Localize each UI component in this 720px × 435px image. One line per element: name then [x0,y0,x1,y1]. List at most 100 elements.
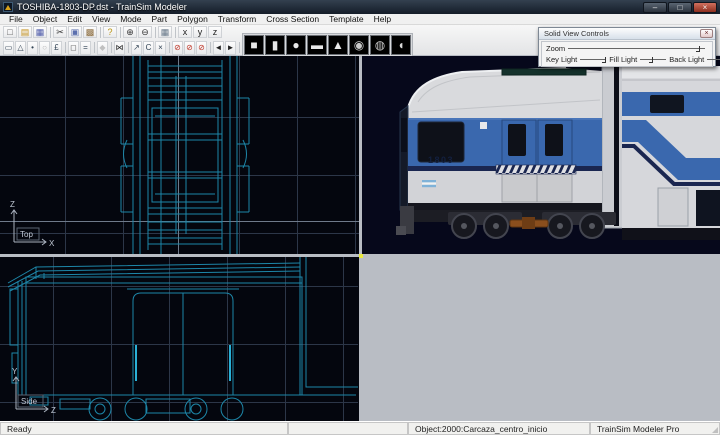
save-button[interactable]: ▦ [33,26,47,38]
prohibit-1-button[interactable]: ⊘ [172,41,183,55]
pointer-tool-button[interactable]: ↗ [131,41,142,55]
palette-close-button[interactable]: × [700,29,713,38]
primitive-shape-palette: ■ ▮ ● ▬ ▲ ◉ ◍ ◖ [242,33,413,57]
fill-light-thumb[interactable] [649,57,653,63]
menu-object[interactable]: Object [28,14,63,25]
menu-transform[interactable]: Transform [213,14,261,25]
zoom-slider-thumb[interactable] [696,46,700,52]
grid-button[interactable]: ▦ [158,26,172,38]
save-disk-icon: ▦ [36,27,45,37]
train-3d-render: 1803 [396,60,720,240]
cancel-tool-button[interactable]: × [155,41,166,55]
back-light-slider[interactable] [707,56,720,63]
maximize-button[interactable]: □ [668,2,692,13]
primitive-cylinder-button[interactable]: ▮ [265,35,285,55]
triangle-icon: △ [17,43,23,53]
viewport-front[interactable]: Y X Front [359,254,363,258]
toolbar-separator [169,42,170,53]
circle-mode-button[interactable]: ○ [39,41,50,55]
toolbar-separator [111,42,112,53]
zoom-slider-label: Zoom [546,44,565,53]
menu-template[interactable]: Template [324,14,369,25]
primitive-cone-button[interactable]: ▲ [328,35,348,55]
axis-x-button[interactable]: x [178,26,192,38]
grid-lines [361,256,363,258]
cone-primitive-icon: ▲ [332,39,344,51]
point-mode-button[interactable]: • [27,41,38,55]
marquee-select-button[interactable]: ◻ [68,41,79,55]
key-light-slider[interactable] [580,56,606,63]
primitive-slab-button[interactable]: ▬ [307,35,327,55]
viewport-label-top: Top [20,230,33,239]
zoom-out-button[interactable]: ⊖ [138,26,152,38]
wire-box-icon: ▭ [5,43,13,53]
primitive-globe2-button[interactable]: ◍ [370,35,390,55]
close-button[interactable]: × [693,2,717,13]
fill-light-slider[interactable] [640,56,666,63]
cut-button[interactable]: ✂ [53,26,67,38]
prohibit-3-button[interactable]: ⊘ [196,41,207,55]
vertical-splitter[interactable] [362,254,720,257]
key-light-thumb[interactable] [602,57,606,63]
x-icon: × [158,43,163,53]
select-object-button[interactable]: ▭ [3,41,14,55]
scissors-icon: ✂ [56,27,64,37]
arrow-right-icon: ► [227,43,235,53]
new-button[interactable]: □ [3,26,17,38]
open-button[interactable]: ▤ [18,26,32,38]
menu-part[interactable]: Part [146,14,172,25]
primitive-box-button[interactable]: ■ [244,35,264,55]
menu-cross-section[interactable]: Cross Section [261,14,324,25]
spline-icon: £ [54,43,58,53]
minimize-button[interactable]: – [643,2,667,13]
paste-icon: ▩ [86,27,95,37]
prohibit-2-button[interactable]: ⊘ [184,41,195,55]
resize-grip[interactable] [712,427,718,433]
help-button[interactable]: ? [103,26,117,38]
zoom-in-icon: ⊕ [126,27,134,37]
stamp-tool-button[interactable]: ◆ [97,41,108,55]
menu-help[interactable]: Help [369,14,396,25]
box-primitive-icon: ■ [250,39,257,51]
axis-z-icon: z [213,27,218,37]
menu-file[interactable]: File [4,14,28,25]
sphere-primitive-icon: ● [292,39,299,51]
link-parts-button[interactable]: ⋈ [114,41,125,55]
toolbar-separator [175,27,176,38]
new-icon: □ [7,27,12,37]
copy-button[interactable]: ▣ [68,26,82,38]
spline-mode-button[interactable]: £ [51,41,62,55]
back-light-label: Back Light [669,55,704,64]
zoom-out-icon: ⊖ [141,27,149,37]
axis-y-button[interactable]: y [193,26,207,38]
primitive-dome-button[interactable]: ◖ [391,35,411,55]
viewport-label-side: Side [21,397,38,406]
menu-view[interactable]: View [87,14,115,25]
primitive-sphere-button[interactable]: ● [286,35,306,55]
axis-z-button[interactable]: z [208,26,222,38]
align-lines-button[interactable]: = [80,41,91,55]
next-button[interactable]: ► [225,41,236,55]
viewport-3d[interactable]: 1803 [362,56,720,254]
menu-mode[interactable]: Mode [115,14,146,25]
toolbar-separator [94,42,95,53]
palette-titlebar[interactable]: Solid View Controls × [539,28,715,40]
paste-button[interactable]: ▩ [83,26,97,38]
rotate-tool-button[interactable]: C [143,41,154,55]
question-mark-icon: ? [107,27,112,37]
viewport-top[interactable]: Z X Top [0,56,359,254]
key-light-label: Key Light [546,55,577,64]
polygon-mode-button[interactable]: △ [15,41,26,55]
zoom-in-button[interactable]: ⊕ [123,26,137,38]
zoom-slider[interactable] [568,45,705,52]
arrow-left-icon: ◄ [215,43,223,53]
prohibit-icon: ⊘ [186,43,193,53]
primitive-globe-button[interactable]: ◉ [349,35,369,55]
prev-button[interactable]: ◄ [213,41,224,55]
globe-primitive-icon: ◉ [354,39,364,51]
menu-polygon[interactable]: Polygon [172,14,213,25]
app-icon [3,2,13,12]
lines-icon: = [83,43,88,53]
menu-edit[interactable]: Edit [62,14,87,25]
viewport-side[interactable]: Y Z Side [0,257,359,421]
